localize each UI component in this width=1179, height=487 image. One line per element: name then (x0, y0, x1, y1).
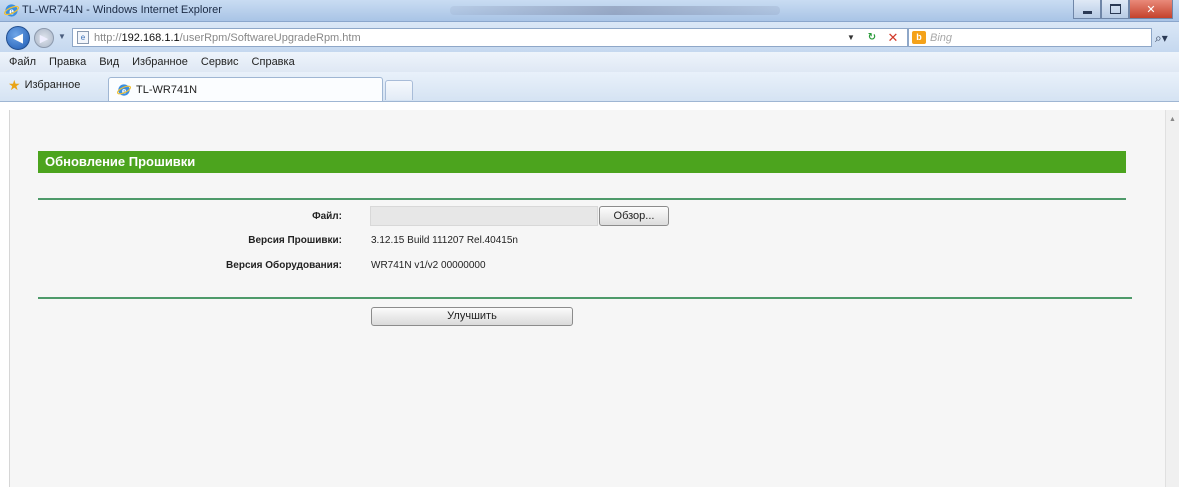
menu-favorites[interactable]: Избранное (132, 56, 188, 68)
menu-view[interactable]: Вид (99, 56, 119, 68)
blurred-region (450, 6, 780, 15)
close-button[interactable]: ✕ (1129, 0, 1173, 19)
vertical-scrollbar[interactable]: ▲ (1165, 110, 1179, 487)
divider-top (38, 198, 1126, 200)
url-scheme: http:// (94, 31, 122, 44)
hardware-version-label: Версия Оборудования: (226, 260, 342, 271)
address-input[interactable]: e http:// 192.168.1.1 /userRpm/SoftwareU… (72, 28, 908, 47)
file-label: Файл: (312, 211, 342, 222)
upgrade-button[interactable]: Улучшить (371, 307, 573, 326)
refresh-icon[interactable]: ↻ (863, 29, 881, 46)
stop-icon[interactable]: ✕ (884, 29, 902, 46)
menu-help[interactable]: Справка (252, 56, 295, 68)
menu-bar: Файл Правка Вид Избранное Сервис Справка (0, 52, 1179, 72)
address-dropdown-icon[interactable]: ▼ (842, 29, 860, 46)
tab-label: TL-WR741N (136, 83, 198, 96)
favorites-bar: ★ Избранное e TL-WR741N (0, 72, 1179, 102)
recent-pages-dropdown-icon[interactable]: ▼ (58, 32, 68, 42)
scroll-up-icon[interactable]: ▲ (1169, 116, 1176, 123)
minimize-button[interactable] (1073, 0, 1101, 19)
new-tab-button[interactable] (385, 80, 413, 100)
window-title: TL-WR741N - Windows Internet Explorer (22, 4, 222, 16)
navigation-bar: ◀ ▶ ▼ e http:// 192.168.1.1 /userRpm/Sof… (0, 22, 1179, 52)
page-content: Обновление Прошивки Файл: Обзор... Верси… (9, 110, 1179, 487)
tab-tl-wr741n[interactable]: e TL-WR741N (108, 77, 383, 101)
file-path-input[interactable] (370, 206, 598, 226)
page-title: Обновление Прошивки (38, 151, 1126, 173)
browse-button[interactable]: Обзор... (599, 206, 669, 226)
maximize-button[interactable] (1101, 0, 1129, 19)
search-input[interactable]: b Bing (908, 28, 1152, 47)
firmware-version-value: 3.12.15 Build 111207 Rel.40415n (371, 235, 518, 246)
bing-icon: b (912, 31, 926, 44)
window-title-bar[interactable]: e TL-WR741N - Windows Internet Explorer … (0, 0, 1179, 22)
url-host: 192.168.1.1 (121, 31, 180, 44)
ie-tab-icon: e (117, 83, 131, 96)
url-path: /userRpm/SoftwareUpgradeRpm.htm (179, 31, 361, 44)
star-icon: ★ (8, 77, 21, 93)
menu-tools[interactable]: Сервис (201, 56, 239, 68)
search-magnifier-icon[interactable]: ⌕▾ (1155, 31, 1168, 46)
search-engine-label: Bing (930, 31, 953, 44)
window-controls: ✕ (1073, 0, 1173, 20)
divider-bottom (38, 297, 1132, 299)
favorites-label: Избранное (24, 79, 81, 91)
favorites-button[interactable]: ★ Избранное (8, 77, 81, 93)
menu-edit[interactable]: Правка (49, 56, 86, 68)
address-tools: ▼ ↻ ✕ (842, 29, 902, 46)
firmware-version-label: Версия Прошивки: (248, 235, 342, 246)
forward-arrow-icon[interactable]: ▶ (34, 28, 54, 48)
page-icon: e (77, 31, 89, 44)
ie-logo-icon: e (4, 4, 19, 17)
back-arrow-icon[interactable]: ◀ (6, 26, 30, 50)
menu-file[interactable]: Файл (9, 56, 36, 68)
hardware-version-value: WR741N v1/v2 00000000 (371, 260, 486, 271)
